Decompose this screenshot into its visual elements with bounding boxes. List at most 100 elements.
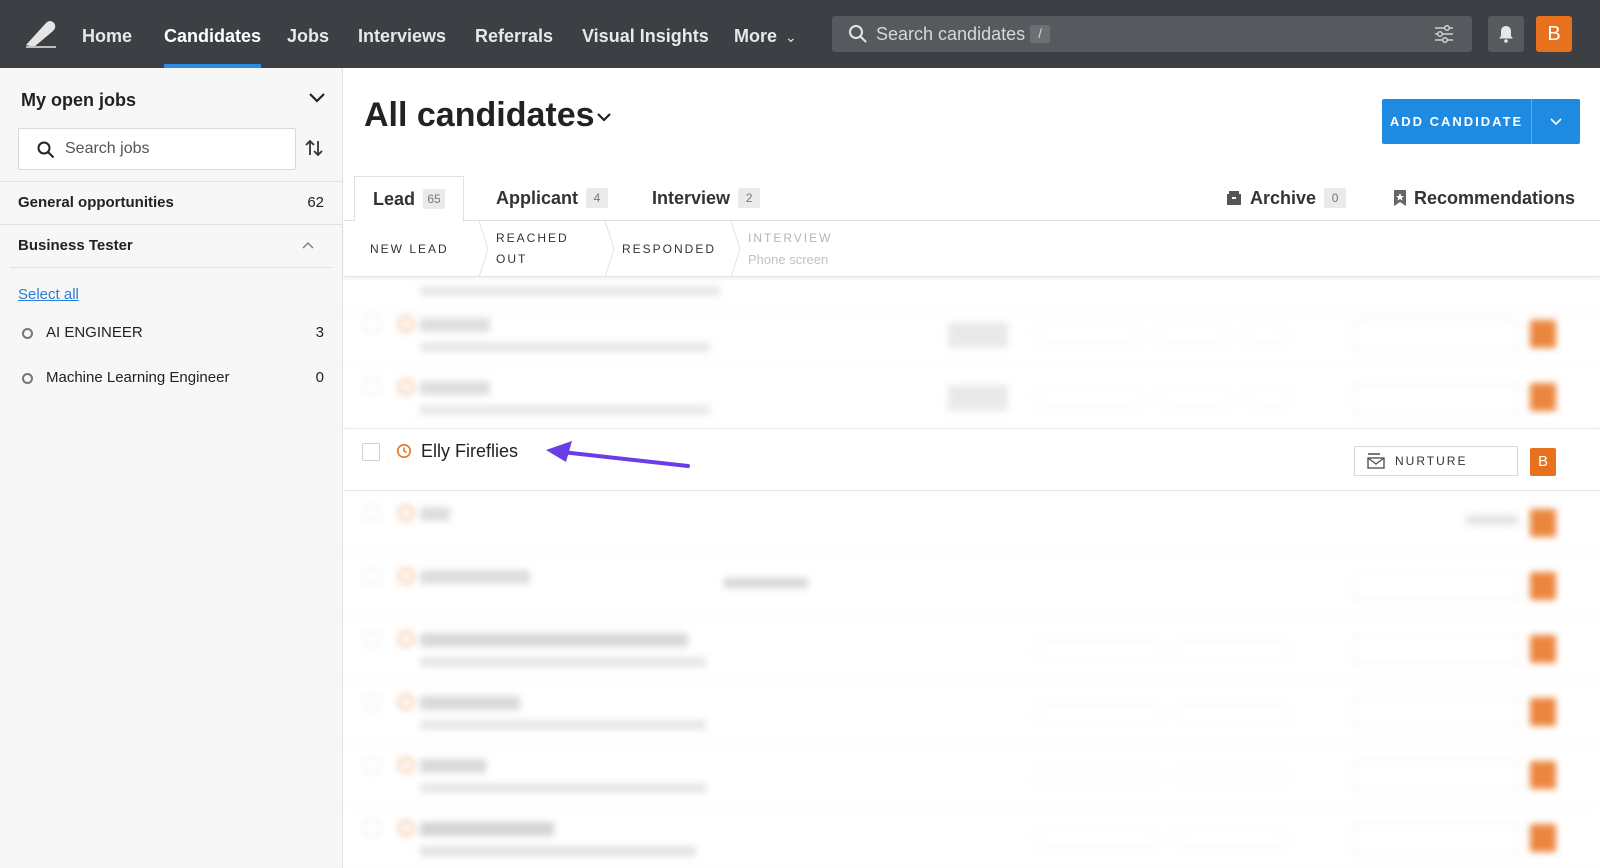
row-placeholder [1174,765,1290,787]
job-search-box[interactable] [18,128,296,170]
user-avatar[interactable]: B [1536,16,1572,52]
nav-referrals[interactable]: Referrals [475,0,553,68]
nav-interviews[interactable]: Interviews [358,0,446,68]
row-status-icon [398,505,414,521]
candidate-search-input[interactable] [876,16,1396,52]
add-candidate-label: ADD CANDIDATE [1382,99,1532,144]
chevron-up-icon[interactable] [302,241,314,249]
row-placeholder [1354,824,1518,854]
row-placeholder [1530,320,1556,348]
candidate-name[interactable]: Elly Fireflies [421,441,518,462]
tab-applicant[interactable]: Applicant 4 [496,176,609,221]
tab-archive[interactable]: Archive 0 [1226,176,1347,221]
filter-sliders-icon[interactable] [1434,25,1454,43]
owner-avatar[interactable]: B [1530,448,1556,476]
row-placeholder [1156,324,1232,346]
row-placeholder [1156,387,1232,409]
bookmark-star-icon [1394,190,1406,206]
candidate-row-focused[interactable]: Elly Fireflies NURTURE B [344,428,1600,491]
row-placeholder [1530,383,1556,411]
shortcut-key-badge: / [1030,25,1050,43]
row-placeholder [1244,387,1290,409]
tab-count-badge: 0 [1324,188,1347,208]
row-placeholder [1034,387,1144,409]
table-row [344,617,1600,680]
annotation-arrow-icon [546,441,690,468]
nav-visual-insights[interactable]: Visual Insights [582,0,709,68]
row-placeholder [420,759,486,773]
sidebar-item-count: 62 [307,194,324,211]
clock-icon [397,444,411,458]
tab-interview[interactable]: Interview 2 [652,176,761,221]
tab-label: Applicant [496,188,579,208]
row-checkbox [364,379,380,395]
bell-icon [1499,26,1513,43]
lever-logo-icon[interactable] [24,19,58,49]
candidate-search-box[interactable]: / [832,16,1472,52]
row-placeholder [1530,509,1556,537]
row-checkbox [364,316,380,332]
nav-candidates[interactable]: Candidates [164,0,262,68]
row-placeholder [1244,324,1290,346]
row-checkbox [364,820,380,836]
tab-count-badge: 4 [586,188,609,208]
tab-count-badge: 65 [423,189,446,209]
row-checkbox[interactable] [362,443,380,461]
row-placeholder [1034,702,1162,724]
row-placeholder [420,822,554,836]
row-status-icon [398,757,414,773]
row-placeholder [948,385,1008,411]
nurture-label: NURTURE [1395,454,1468,468]
row-placeholder [1354,383,1518,413]
add-candidate-dropdown[interactable] [1532,99,1580,144]
chevron-down-icon [1550,117,1562,125]
table-row [344,302,1600,365]
row-status-icon [398,568,414,584]
table-row [344,365,1600,428]
nav-jobs[interactable]: Jobs [287,0,329,68]
row-placeholder [1466,515,1518,525]
main-content: All candidates ADD CANDIDATE Lead 65 Appl… [344,68,1600,868]
sidebar-item-general-opportunities[interactable]: General opportunities 62 [18,194,324,211]
row-placeholder [1174,639,1290,661]
nurture-button[interactable]: NURTURE [1354,446,1518,476]
job-label: AI ENGINEER [46,324,143,341]
page-title[interactable]: All candidates [364,96,595,135]
sidebar-group-business-tester[interactable]: Business Tester [18,237,324,254]
add-candidate-button[interactable]: ADD CANDIDATE [1382,99,1580,144]
row-placeholder [1354,320,1518,350]
row-placeholder [420,696,520,710]
tab-label: Archive [1250,188,1317,208]
row-placeholder [1354,698,1518,728]
sidebar-group-label: Business Tester [18,237,133,254]
notifications-button[interactable] [1488,16,1524,52]
row-checkbox [364,694,380,710]
tab-count-badge: 2 [738,188,761,208]
chevron-down-icon[interactable] [596,112,612,122]
row-placeholder [420,846,696,856]
row-placeholder [1034,765,1162,787]
tab-lead[interactable]: Lead 65 [354,176,465,222]
chevron-down-icon[interactable] [308,92,326,104]
sort-icon[interactable] [304,138,324,158]
row-placeholder [420,657,706,667]
row-placeholder [724,578,808,588]
select-all-link[interactable]: Select all [18,286,79,303]
nav-more[interactable]: More ⌄ [734,0,797,68]
nav-home[interactable]: Home [82,0,132,68]
row-placeholder [420,720,706,730]
row-status-icon [398,631,414,647]
job-label: Machine Learning Engineer [46,369,230,386]
table-row [344,491,1600,554]
row-placeholder [1530,572,1556,600]
row-placeholder [420,318,490,332]
row-checkbox [364,568,380,584]
candidate-list: Elly Fireflies NURTURE B [344,278,1600,868]
row-placeholder [1174,702,1290,724]
row-placeholder [420,381,490,395]
envelope-icon [1367,453,1385,469]
search-icon [849,25,867,43]
tab-recommendations[interactable]: Recommendations [1394,176,1575,221]
row-placeholder [420,570,530,584]
job-search-input[interactable] [65,129,285,169]
